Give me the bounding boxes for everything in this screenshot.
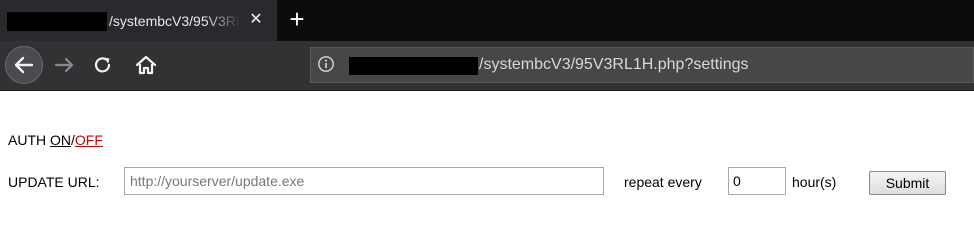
auth-off-link[interactable]: OFF: [75, 132, 103, 148]
redacted-host: [7, 12, 107, 31]
new-tab-button[interactable]: +: [284, 5, 310, 33]
close-tab-icon[interactable]: ✕: [246, 9, 266, 31]
auth-on-link[interactable]: ON: [50, 132, 71, 148]
update-url-input[interactable]: [124, 167, 604, 195]
repeat-hours-input[interactable]: [728, 167, 786, 195]
info-icon[interactable]: [317, 55, 335, 73]
submit-button[interactable]: Submit: [869, 171, 946, 195]
hours-unit-label: hour(s): [792, 174, 837, 190]
url-path: /systembcV3/95V3RL1H.php?settings: [479, 56, 749, 73]
arrow-left-icon: [14, 56, 34, 74]
repeat-every-label: repeat every: [624, 174, 702, 190]
auth-toggle: AUTH ON/OFF: [8, 131, 103, 149]
tab-title-fade: [205, 8, 241, 34]
forward-button[interactable]: [52, 52, 78, 78]
navigation-bar: /systembcV3/95V3RL1H.php?settings: [0, 41, 974, 91]
tab-strip: /systembcV3/95V3RL1H.php?settings ✕ +: [0, 0, 974, 41]
redacted-host: [349, 57, 478, 75]
update-url-label: UPDATE URL:: [8, 174, 100, 190]
reload-button[interactable]: [91, 53, 115, 77]
toolbar-divider: [0, 90, 974, 91]
address-bar[interactable]: /systembcV3/95V3RL1H.php?settings: [310, 47, 974, 83]
active-tab[interactable]: /systembcV3/95V3RL1H.php?settings ✕: [0, 0, 277, 41]
reload-icon: [94, 57, 111, 73]
home-icon: [135, 55, 157, 75]
auth-label: AUTH: [8, 132, 47, 148]
arrow-right-icon: [54, 57, 74, 73]
home-button[interactable]: [133, 52, 159, 78]
back-button[interactable]: [5, 46, 43, 84]
